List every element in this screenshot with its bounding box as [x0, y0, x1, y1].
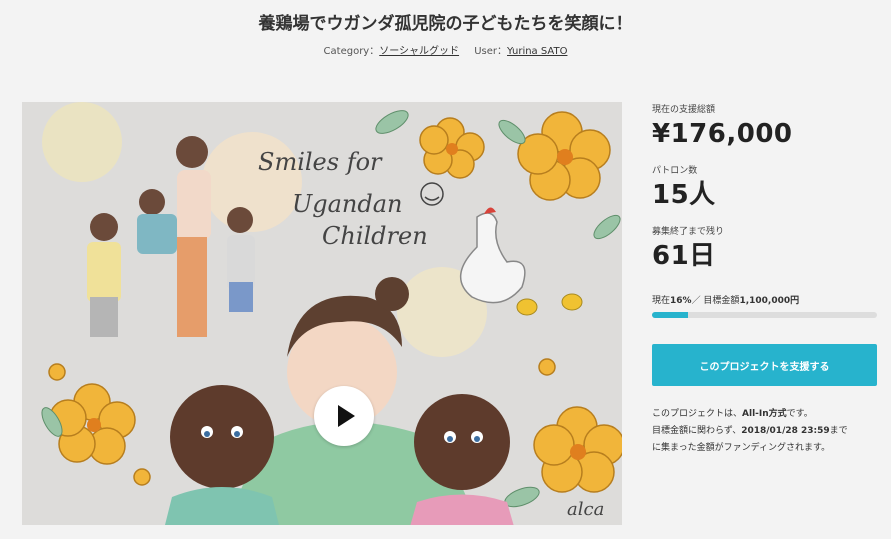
progress-bar-fill: [652, 312, 688, 318]
progress-prefix: 現在: [652, 296, 671, 306]
play-button[interactable]: [314, 386, 374, 446]
artwork-signature: alca: [567, 499, 604, 520]
project-video[interactable]: Smiles for Ugandan Children alca: [22, 102, 622, 525]
artwork-text-3: Children: [322, 222, 428, 250]
progress-percent: 16%: [670, 296, 692, 306]
progress-bar: [652, 312, 877, 318]
project-illustration: Smiles for Ugandan Children alca: [22, 102, 622, 525]
remaining-value: 61日: [652, 241, 716, 271]
note-text-2: です。: [786, 409, 813, 419]
note-method: All-In方式: [742, 409, 787, 419]
play-icon: [338, 405, 355, 427]
note-text-5: に集まった金額がファンディングされます。: [652, 443, 831, 453]
note-text-1: このプロジェクトは、: [652, 409, 743, 419]
artwork-text-1: Smiles for: [258, 148, 383, 176]
funding-note: このプロジェクトは、All-In方式です。 目標金額に関わらず、2018/01/…: [652, 406, 877, 457]
user-link[interactable]: Yurina SATO: [507, 46, 567, 57]
user-label: User：: [474, 46, 508, 57]
patrons-label: パトロン数: [652, 166, 698, 176]
patrons-value: 15人: [652, 180, 716, 210]
support-project-button[interactable]: このプロジェクトを支援する: [652, 344, 877, 386]
goal-amount: 1,100,000円: [739, 296, 800, 306]
project-title: 養鶏場でウガンダ孤児院の子どもたちを笑顔に！: [258, 14, 633, 34]
progress-separator: ／ 目標金額: [691, 296, 740, 306]
total-label: 現在の支援総額: [652, 105, 716, 115]
funding-panel: 現在の支援総額 ¥176,000 パトロン数 15人 募集終了まで残り 61日 …: [652, 102, 877, 457]
total-value: ¥176,000: [652, 119, 793, 149]
note-text-3: 目標金額に関わらず、: [652, 426, 742, 436]
note-text-4: まで: [829, 426, 848, 436]
note-deadline: 2018/01/28 23:59: [741, 426, 830, 436]
category-link[interactable]: ソーシャルグッド: [379, 46, 459, 57]
artwork-text-2: Ugandan: [292, 190, 402, 218]
remaining-label: 募集終了まで残り: [652, 227, 725, 237]
category-label: Category：: [323, 46, 380, 57]
project-meta: Category：ソーシャルグッド User：Yurina SATO: [0, 42, 891, 57]
progress-text: 現在16%／ 目標金額1,100,000円: [652, 293, 877, 306]
